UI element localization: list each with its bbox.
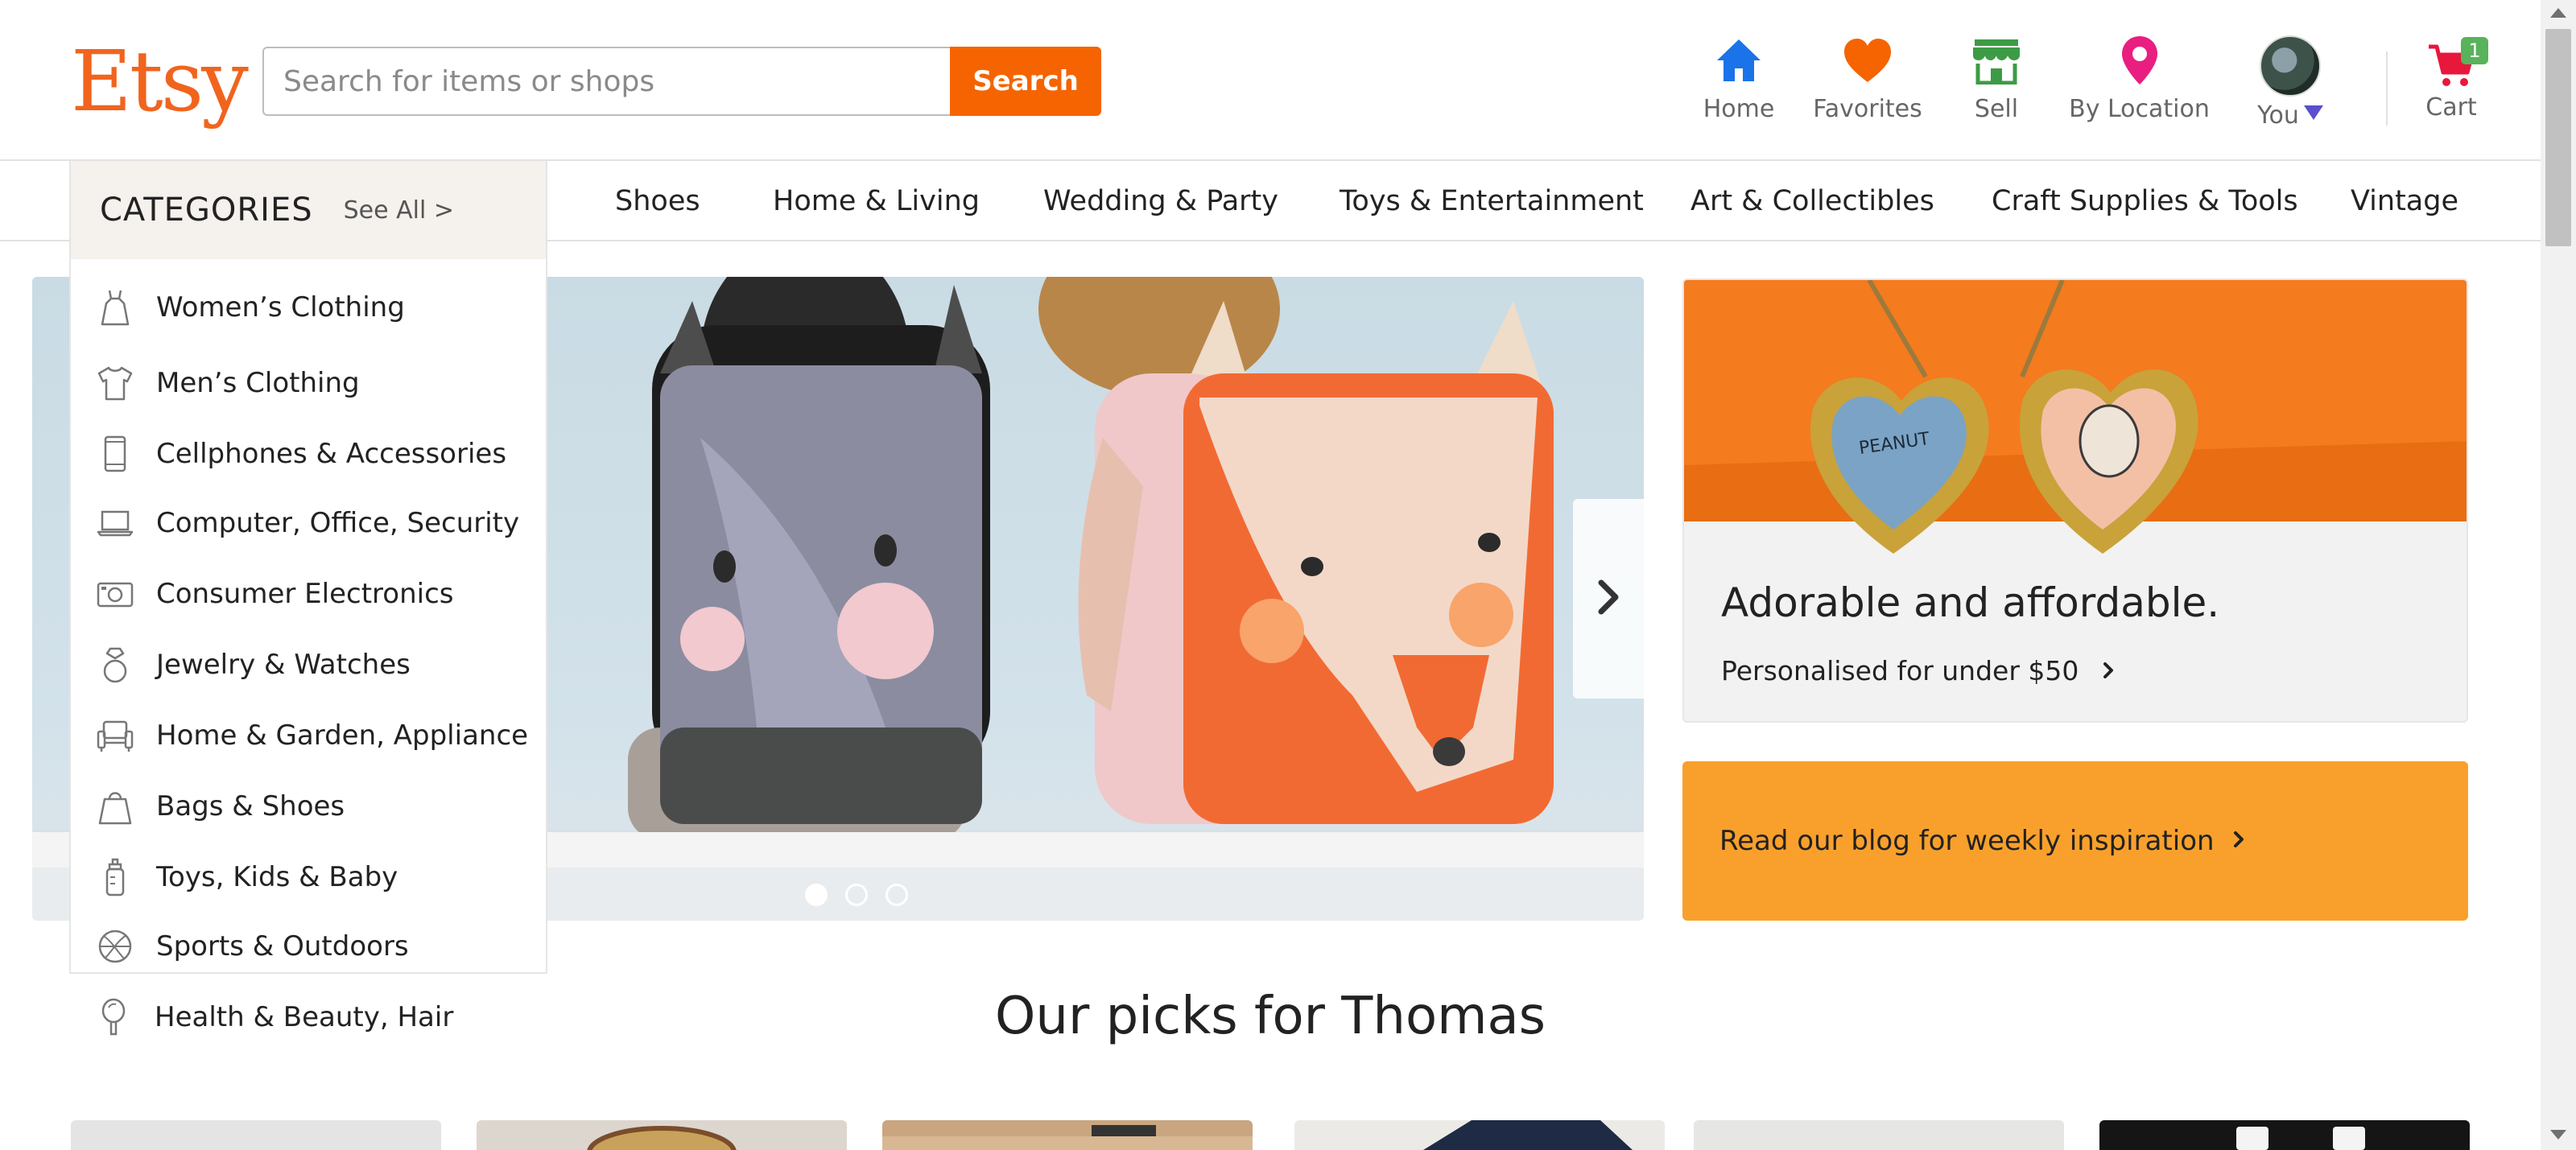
promo-personalised[interactable]: PEANUT Adorable and affordable. Personal… — [1682, 278, 2468, 723]
promo-link[interactable]: Personalised for under $50 — [1721, 655, 2115, 686]
categories-header: CATEGORIES See All > — [71, 161, 546, 259]
promo-title: Adorable and affordable. — [1721, 579, 2220, 626]
shop-icon — [1968, 32, 2025, 89]
catbar-item-wedding-party[interactable]: Wedding & Party — [1043, 161, 1278, 241]
location-pin-icon — [2112, 32, 2168, 89]
category-item-bags-shoes[interactable]: Bags & Shoes — [71, 774, 549, 839]
heart-icon — [1839, 32, 1896, 89]
chevron-right-icon — [1595, 578, 1622, 620]
promo-blog-label: Read our blog for weekly inspiration — [1719, 825, 2215, 857]
pick-card[interactable] — [1694, 1120, 2064, 1150]
nav-favorites-label: Favorites — [1813, 95, 1922, 123]
catbar-item-vintage[interactable]: Vintage — [2351, 161, 2458, 241]
nav-by-location[interactable]: By Location — [2069, 32, 2210, 137]
category-label: Health & Beauty, Hair — [155, 1001, 454, 1033]
nav-home-label: Home — [1703, 95, 1775, 123]
bottle-icon — [95, 857, 135, 897]
pick-card-image — [882, 1125, 1253, 1150]
dress-icon — [95, 287, 135, 328]
pick-card[interactable] — [2099, 1120, 2470, 1150]
catbar-item-art-collectibles[interactable]: Art & Collectibles — [1690, 161, 1934, 241]
chevron-right-icon — [2232, 830, 2245, 852]
category-label: Cellphones & Accessories — [156, 438, 507, 470]
etsy-logo[interactable]: Etsy — [71, 29, 249, 134]
pick-card-image — [587, 1126, 737, 1150]
carousel-next-button[interactable] — [1573, 499, 1644, 699]
catbar-item-shoes[interactable]: Shoes — [615, 161, 700, 241]
scroll-up-arrow-icon[interactable] — [2550, 8, 2566, 18]
nav-you[interactable]: You — [2238, 35, 2343, 140]
scrollbar-thumb[interactable] — [2545, 29, 2571, 246]
pick-card-image — [2236, 1127, 2365, 1150]
site-header: Etsy Search Home Favorites Sell By Locat… — [0, 0, 2576, 161]
category-item-cellphones[interactable]: Cellphones & Accessories — [71, 422, 549, 486]
armchair-icon — [95, 715, 135, 756]
page-scrollbar[interactable] — [2541, 0, 2576, 1150]
categories-title: CATEGORIES — [100, 192, 313, 229]
carousel-dot[interactable] — [805, 884, 828, 906]
nav-cart[interactable]: 1 Cart — [2411, 37, 2491, 142]
camera-icon — [95, 574, 135, 614]
phone-icon — [95, 434, 135, 474]
nav-by-location-label: By Location — [2069, 95, 2210, 123]
category-label: Women’s Clothing — [156, 291, 405, 324]
promo-link-label: Personalised for under $50 — [1721, 655, 2079, 686]
home-icon — [1711, 32, 1767, 89]
bag-icon — [95, 786, 135, 826]
catbar-item-toys-entertainment[interactable]: Toys & Entertainment — [1340, 161, 1644, 241]
carousel-dot[interactable] — [886, 884, 908, 906]
chevron-right-icon — [2102, 655, 2115, 686]
cart-count-badge: 1 — [2461, 37, 2488, 64]
search-input[interactable] — [262, 47, 952, 116]
category-label: Home & Garden, Appliance — [156, 719, 529, 752]
nav-favorites[interactable]: Favorites — [1811, 32, 1924, 137]
category-item-home-garden[interactable]: Home & Garden, Appliance — [71, 703, 549, 768]
category-item-toys-kids-baby[interactable]: Toys, Kids & Baby — [71, 845, 549, 909]
carousel-dot[interactable] — [845, 884, 868, 906]
pick-card[interactable] — [1294, 1120, 1665, 1150]
pick-card-image — [1423, 1120, 1633, 1150]
scroll-down-arrow-icon[interactable] — [2550, 1130, 2566, 1140]
catbar-item-craft-supplies[interactable]: Craft Supplies & Tools — [1992, 161, 2298, 241]
carousel-dots — [805, 884, 908, 906]
catbar-item-home-living[interactable]: Home & Living — [773, 161, 980, 241]
shirt-icon — [95, 363, 135, 403]
caret-down-icon — [2303, 105, 2323, 120]
mirror-icon — [93, 997, 134, 1037]
categories-dropdown: CATEGORIES See All > Women’s Clothing Me… — [69, 161, 547, 974]
category-item-health-beauty[interactable]: Health & Beauty, Hair — [69, 985, 547, 1049]
category-label: Jewelry & Watches — [156, 649, 411, 681]
nav-sell-label: Sell — [1974, 95, 2019, 123]
ring-icon — [95, 645, 135, 685]
category-label: Sports & Outdoors — [156, 930, 409, 962]
category-label: Consumer Electronics — [156, 578, 454, 610]
category-item-womens-clothing[interactable]: Women’s Clothing — [71, 275, 549, 340]
ball-icon — [95, 926, 135, 967]
category-item-consumer-electronics[interactable]: Consumer Electronics — [71, 562, 549, 626]
laptop-icon — [95, 503, 135, 543]
nav-you-label: You — [2257, 101, 2299, 130]
category-item-computer-office[interactable]: Computer, Office, Security — [71, 491, 549, 555]
see-all-link[interactable]: See All > — [344, 196, 454, 225]
nav-sell[interactable]: Sell — [1964, 32, 2029, 137]
nav-cart-label: Cart — [2425, 93, 2477, 122]
avatar — [2260, 35, 2321, 97]
category-label: Men’s Clothing — [156, 367, 360, 399]
pick-card[interactable] — [882, 1120, 1253, 1150]
search-button[interactable]: Search — [950, 47, 1101, 116]
pick-card[interactable] — [477, 1120, 847, 1150]
pick-card[interactable] — [71, 1120, 441, 1150]
promo-blog[interactable]: Read our blog for weekly inspiration — [1682, 761, 2468, 921]
header-divider — [2386, 52, 2388, 126]
category-item-sports-outdoors[interactable]: Sports & Outdoors — [71, 914, 549, 979]
category-item-mens-clothing[interactable]: Men’s Clothing — [71, 351, 549, 415]
category-label: Bags & Shoes — [156, 790, 345, 822]
nav-home[interactable]: Home — [1699, 32, 1779, 137]
category-item-jewelry-watches[interactable]: Jewelry & Watches — [71, 633, 549, 697]
category-label: Toys, Kids & Baby — [156, 861, 398, 893]
category-label: Computer, Office, Security — [156, 507, 520, 539]
